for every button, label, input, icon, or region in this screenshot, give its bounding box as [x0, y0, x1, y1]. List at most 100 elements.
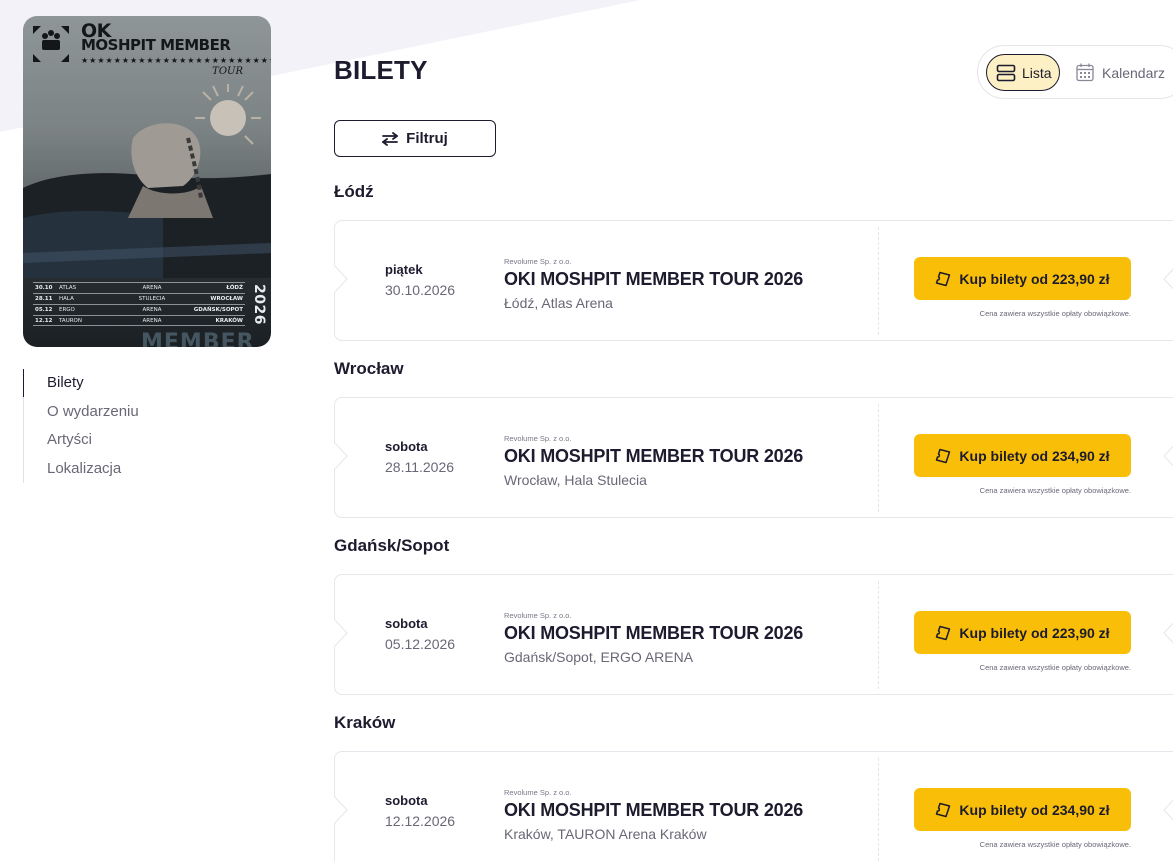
nav-item-bilety[interactable]: Bilety	[23, 369, 139, 398]
event-title[interactable]: OKI MOSHPIT MEMBER TOUR 2026	[504, 269, 803, 290]
poster-tour-script: TOUR	[212, 66, 243, 77]
ticket-notch-left	[334, 442, 348, 470]
event-venue: Gdańsk/Sopot, ERGO ARENA	[504, 649, 694, 665]
event-date: 28.11.2026	[385, 459, 455, 475]
poster-date-row: 05.12 ERGO ARENA GDAŃSK/SOPOT	[33, 304, 245, 315]
poster-row-venue: ERGO	[59, 307, 75, 313]
buy-tickets-button[interactable]: Kup bilety od 234,90 zł	[914, 434, 1131, 477]
buy-tickets-label: Kup bilety od 234,90 zł	[959, 801, 1110, 818]
poster-row-city: GDAŃSK/SOPOT	[193, 307, 243, 313]
poster-stars: ★★★★★★★★★★★★★★★★★★★★★★★★★★★★★★★★★★★★★★★★…	[81, 56, 271, 65]
event-card-lodz: piątek 30.10.2026 Revolume Sp. z o.o. OK…	[334, 220, 1173, 341]
moshpit-logo-icon	[33, 26, 69, 62]
event-title[interactable]: OKI MOSHPIT MEMBER TOUR 2026	[504, 446, 803, 467]
city-heading-lodz: Łódź	[334, 182, 374, 201]
event-date: 12.12.2026	[385, 813, 456, 829]
poster-row-date: 05.12	[35, 307, 53, 313]
poster-artist-figure	[23, 84, 271, 278]
ticket-notch-left	[334, 265, 348, 293]
view-list-label: Lista	[1022, 64, 1052, 81]
ticket-divider	[878, 758, 879, 862]
price-note: Cena zawiera wszystkie opłaty obowiązkow…	[979, 663, 1131, 672]
buy-tickets-button[interactable]: Kup bilety od 223,90 zł	[914, 257, 1131, 300]
ticket-divider	[878, 581, 879, 689]
ticket-divider	[878, 227, 879, 335]
event-card-krakow: sobota 12.12.2026 Revolume Sp. z o.o. OK…	[334, 751, 1173, 862]
poster-year: 2026	[251, 284, 267, 340]
poster-year-text: 2026	[251, 284, 267, 325]
event-weekday: sobota	[385, 439, 428, 454]
poster-date-row: 28.11 HALA STULECIA WROCŁAW	[33, 293, 245, 304]
event-organizer: Revolume Sp. z o.o.	[504, 434, 572, 443]
poster-row-venue2: ARENA	[142, 285, 162, 291]
nav-item-lokalizacja[interactable]: Lokalizacja	[24, 455, 139, 484]
city-heading-krakow: Kraków	[334, 713, 396, 732]
nav-item-o-wydarzeniu[interactable]: O wydarzeniu	[24, 398, 139, 427]
event-organizer: Revolume Sp. z o.o.	[504, 788, 572, 797]
filter-arrows-icon	[382, 131, 399, 146]
poster-brand-line2: MOSHPIT MEMBER	[81, 36, 231, 54]
price-note: Cena zawiera wszystkie opłaty obowiązkow…	[979, 309, 1131, 318]
buy-tickets-button[interactable]: Kup bilety od 234,90 zł	[914, 788, 1131, 831]
buy-tickets-label: Kup bilety od 234,90 zł	[959, 447, 1110, 464]
poster-row-venue2: ARENA	[142, 317, 162, 324]
event-organizer: Revolume Sp. z o.o.	[504, 611, 572, 620]
poster-row-city: KRAKÓW	[215, 317, 243, 324]
event-date: 30.10.2026	[385, 282, 456, 298]
view-toggle: Lista Kalendarz	[977, 45, 1173, 99]
poster-ghost-text: MEMBER	[141, 330, 255, 347]
buy-tickets-label: Kup bilety od 223,90 zł	[959, 270, 1110, 287]
poster-row-venue: ATLAS	[59, 285, 77, 291]
poster-row-venue2: ARENA	[142, 307, 162, 313]
ticket-icon	[936, 802, 951, 817]
calendar-icon	[1076, 63, 1094, 82]
poster-row-city: ŁÓDŹ	[226, 285, 243, 291]
filter-button[interactable]: Filtruj	[334, 120, 496, 157]
view-calendar-label: Kalendarz	[1102, 64, 1166, 81]
ticket-notch-left	[334, 619, 348, 647]
ticket-notch-right	[1163, 445, 1173, 467]
ticket-divider	[878, 404, 879, 512]
poster-date-row: 12.12 TAURON ARENA KRAKÓW	[33, 315, 245, 326]
view-calendar-button[interactable]: Kalendarz	[1076, 63, 1165, 82]
view-list-button[interactable]: Lista	[986, 54, 1060, 91]
poster-row-venue: HALA	[59, 296, 74, 302]
poster-row-city: WROCŁAW	[210, 296, 243, 302]
ticket-notch-right	[1163, 799, 1173, 821]
ticket-notch-left	[334, 796, 348, 824]
city-heading-gdansk-sopot: Gdańsk/Sopot	[334, 536, 450, 555]
poster-date-row: 30.10 ATLAS ARENA ŁÓDŹ	[33, 282, 245, 293]
poster-row-venue2: STULECIA	[138, 296, 166, 302]
poster-dates-table: 30.10 ATLAS ARENA ŁÓDŹ 28.11 HALA STULEC…	[33, 282, 245, 326]
city-heading-wroclaw: Wrocław	[334, 359, 404, 378]
event-organizer: Revolume Sp. z o.o.	[504, 257, 572, 266]
event-venue: Łódź, Atlas Arena	[504, 295, 613, 311]
event-card-gdansk-sopot: sobota 05.12.2026 Revolume Sp. z o.o. OK…	[334, 574, 1173, 695]
page-title: BILETY	[334, 55, 428, 85]
event-venue: Wrocław, Hala Stulecia	[504, 472, 647, 488]
poster-row-date: 28.11	[35, 296, 53, 302]
buy-tickets-button[interactable]: Kup bilety od 223,90 zł	[914, 611, 1131, 654]
price-note: Cena zawiera wszystkie opłaty obowiązkow…	[979, 486, 1131, 495]
event-weekday: piątek	[385, 262, 423, 277]
poster-row-venue: TAURON	[59, 317, 82, 324]
poster-row-date: 30.10	[35, 285, 53, 291]
event-date: 05.12.2026	[385, 636, 456, 652]
ticket-icon	[936, 625, 951, 640]
ticket-icon	[936, 448, 951, 463]
ticket-icon	[936, 271, 951, 286]
event-title[interactable]: OKI MOSHPIT MEMBER TOUR 2026	[504, 800, 803, 821]
list-view-icon	[996, 64, 1016, 81]
event-poster: OK MOSHPIT MEMBER ★★★★★★★★★★★★★★★★★★★★★★…	[23, 16, 271, 347]
nav-item-artysci[interactable]: Artyści	[24, 426, 139, 455]
event-weekday: sobota	[385, 616, 428, 631]
poster-row-date: 12.12	[35, 317, 53, 324]
event-venue: Kraków, TAURON Arena Kraków	[504, 826, 707, 842]
ticket-notch-right	[1163, 622, 1173, 644]
event-title[interactable]: OKI MOSHPIT MEMBER TOUR 2026	[504, 623, 803, 644]
price-note: Cena zawiera wszystkie opłaty obowiązkow…	[979, 840, 1131, 849]
event-card-wroclaw: sobota 28.11.2026 Revolume Sp. z o.o. OK…	[334, 397, 1173, 518]
side-nav: Bilety O wydarzeniu Artyści Lokalizacja	[23, 369, 139, 483]
buy-tickets-label: Kup bilety od 223,90 zł	[959, 624, 1110, 641]
event-weekday: sobota	[385, 793, 428, 808]
